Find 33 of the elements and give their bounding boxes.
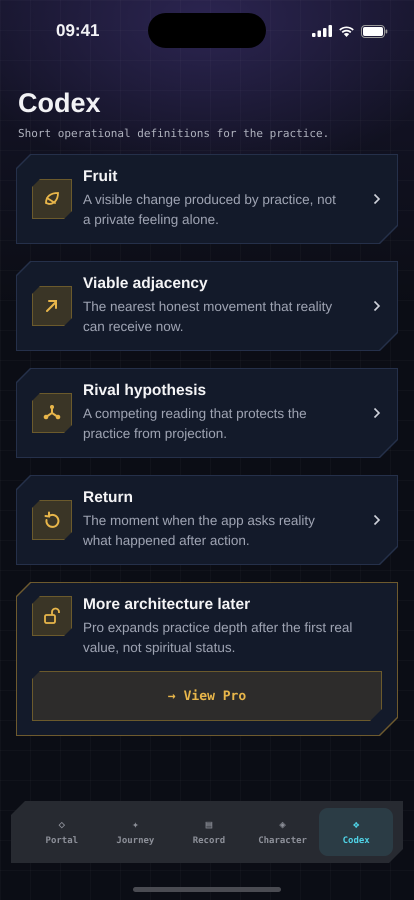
battery-icon bbox=[361, 24, 388, 38]
view-pro-button[interactable]: → View Pro bbox=[32, 671, 382, 721]
chevron-icon bbox=[373, 514, 381, 526]
card-title: Rival hypothesis bbox=[83, 382, 208, 400]
wifi-icon bbox=[338, 25, 355, 37]
definition-card[interactable]: Viable adjacency The nearest honest movement that reality can receive now. bbox=[16, 261, 398, 351]
tab[interactable]: ◇ Portal bbox=[25, 808, 99, 856]
branch-icon bbox=[32, 393, 72, 433]
tab[interactable]: ❖ Codex bbox=[319, 808, 393, 856]
definition-card[interactable]: Return The moment when the app asks reality what happened after action. bbox=[16, 475, 398, 565]
page-title: Codex bbox=[18, 88, 102, 119]
tab[interactable]: ◈ Character bbox=[246, 808, 320, 856]
card-description: A visible change produced by practice, not a private feeling alone. bbox=[83, 191, 337, 229]
padlock-icon bbox=[32, 596, 72, 636]
leaf-icon bbox=[32, 179, 72, 219]
tab[interactable]: ▤ Record bbox=[172, 808, 246, 856]
definition-card[interactable]: Rival hypothesis A competing reading that protects the practice from projection. bbox=[16, 368, 398, 458]
card-description: The moment when the app asks reality what happened after action. bbox=[83, 512, 316, 550]
card-title: Return bbox=[83, 489, 134, 507]
chevron-icon bbox=[373, 193, 381, 205]
tab[interactable]: ✦ Journey bbox=[98, 808, 172, 856]
card-title: More architecture later bbox=[83, 596, 252, 614]
card-description: The nearest honest movement that reality can receive now. bbox=[83, 298, 334, 336]
definition-card[interactable]: Fruit A visible change produced by practice, not a private feeling alone. bbox=[16, 154, 398, 244]
card-description: Pro expands practice depth after the first real value, not spiritual status. bbox=[83, 619, 354, 657]
chevron-icon bbox=[373, 300, 381, 312]
card-title: Fruit bbox=[83, 168, 118, 186]
card-title: Viable adjacency bbox=[83, 275, 209, 293]
card-description: A competing reading that protects the practice from projection. bbox=[83, 405, 308, 443]
chevron-icon bbox=[373, 407, 381, 419]
page-subtitle: Short operational definitions for the practice. bbox=[18, 127, 330, 140]
status-time: 09:41 bbox=[56, 21, 100, 41]
signal-icon bbox=[312, 25, 332, 37]
